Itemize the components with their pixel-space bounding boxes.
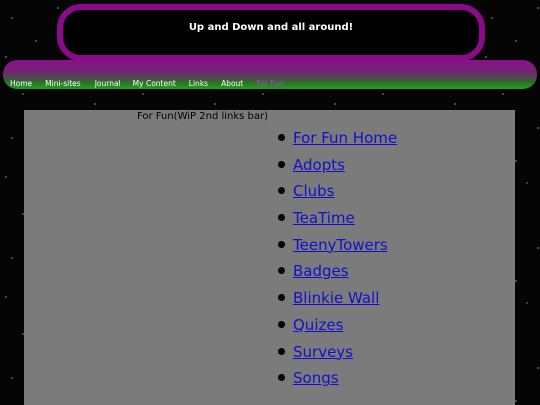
main-nav-list: Home Mini-sites Journal My Content Links… — [10, 71, 284, 90]
list-item: Clubs — [278, 179, 397, 206]
nav-item-my-content[interactable]: My Content — [133, 79, 176, 88]
bullet-icon — [278, 240, 285, 248]
bullet-icon — [278, 187, 285, 195]
nav-item-journal[interactable]: Journal — [95, 79, 121, 88]
nav-item-home[interactable]: Home — [10, 79, 32, 88]
section-title: For Fun(WiP 2nd links bar) — [137, 111, 269, 122]
bullet-icon — [278, 347, 285, 355]
bullet-icon — [278, 134, 285, 141]
link-adopts[interactable]: Adopts — [293, 156, 345, 174]
bullet-icon — [278, 267, 285, 275]
link-songs[interactable]: Songs — [293, 369, 339, 387]
bullet-icon — [278, 214, 285, 222]
link-clubs[interactable]: Clubs — [293, 182, 334, 200]
list-item: TeenyTowers — [278, 233, 397, 260]
link-blinkie-wall[interactable]: Blinkie Wall — [293, 289, 379, 307]
bullet-icon — [278, 294, 285, 302]
list-item: Surveys — [278, 340, 397, 367]
link-quizes[interactable]: Quizes — [293, 316, 343, 334]
list-item: TeaTime — [278, 206, 397, 233]
link-badges[interactable]: Badges — [293, 262, 349, 280]
list-item: Quizes — [278, 313, 397, 340]
link-teenytowers[interactable]: TeenyTowers — [293, 236, 388, 254]
nav-item-mini-sites[interactable]: Mini-sites — [45, 79, 81, 88]
list-item: Blinkie Wall — [278, 286, 397, 313]
list-item: For Fun Home — [278, 126, 397, 153]
site-header: Up and Down and all around! — [57, 4, 485, 61]
list-item: Songs — [278, 366, 397, 393]
nav-item-about[interactable]: About — [221, 79, 243, 88]
link-surveys[interactable]: Surveys — [293, 343, 353, 361]
bullet-icon — [278, 374, 285, 382]
list-item: Adopts — [278, 153, 397, 180]
list-item: Badges — [278, 259, 397, 286]
link-teatime[interactable]: TeaTime — [293, 209, 355, 227]
content-panel: For Fun(WiP 2nd links bar) For Fun Home … — [24, 110, 515, 405]
link-for-fun-home[interactable]: For Fun Home — [293, 129, 397, 147]
bullet-icon — [278, 160, 285, 168]
nav-item-for-fun[interactable]: For Fun — [256, 79, 284, 88]
main-nav-bar: Home Mini-sites Journal My Content Links… — [3, 60, 537, 89]
fun-links-list: For Fun Home Adopts Clubs TeaTime TeenyT… — [278, 126, 397, 393]
nav-item-links[interactable]: Links — [189, 79, 208, 88]
site-title: Up and Down and all around! — [188, 22, 354, 33]
bullet-icon — [278, 320, 285, 328]
